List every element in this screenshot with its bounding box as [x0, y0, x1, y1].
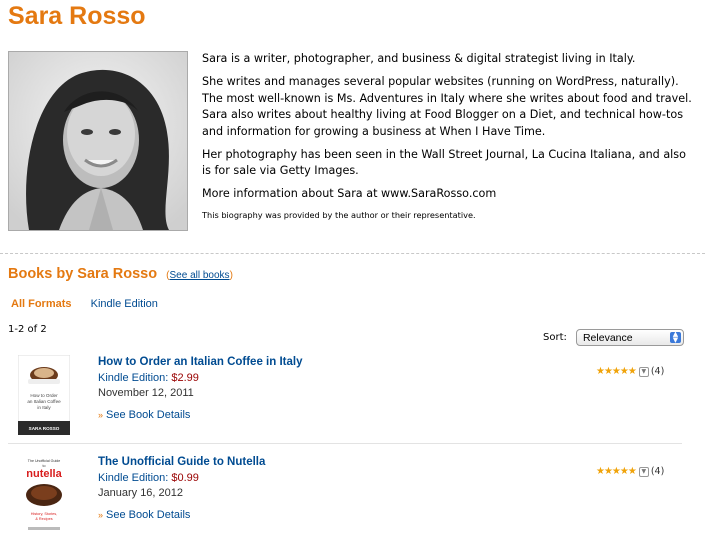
format-label[interactable]: Kindle Edition:: [98, 472, 168, 484]
svg-text:nutella: nutella: [26, 468, 62, 480]
publication-date: November 12, 2011: [98, 387, 194, 399]
publication-date: January 16, 2012: [98, 487, 184, 499]
book-format: Kindle Edition: $0.99: [98, 472, 199, 484]
book-title-link[interactable]: How to Order an Italian Coffee in Italy: [98, 356, 302, 368]
see-book-details-button[interactable]: » See Book Details: [98, 509, 190, 521]
book-cover[interactable]: The Unofficial Guide to nutella History,…: [18, 455, 70, 535]
see-all-books: (See all books): [166, 270, 233, 281]
bio-paragraph: Her photography has been seen in the Wal…: [202, 147, 686, 178]
svg-text:How to Order: How to Order: [30, 393, 58, 398]
book-cover[interactable]: How to Order an Italian Coffee in Italy …: [18, 355, 70, 435]
format-tabs: All Formats Kindle Edition: [11, 292, 172, 311]
list-divider: [8, 443, 682, 444]
see-book-details-label: See Book Details: [106, 409, 191, 421]
bio-paragraph: Sara is a writer, photographer, and busi…: [202, 52, 636, 65]
see-book-details-button[interactable]: » See Book Details: [98, 409, 190, 421]
star-rating-icon[interactable]: ★★★★★: [596, 366, 637, 377]
updown-arrows-icon: ▲ ▼: [669, 331, 681, 343]
sort-label: Sort:: [543, 332, 567, 343]
svg-text:an Italian Coffee: an Italian Coffee: [27, 399, 61, 404]
chevron-down-icon[interactable]: ▼: [638, 466, 649, 477]
double-chevron-down-icon: »: [98, 510, 104, 520]
books-section-title: Books by Sara Rosso: [8, 266, 158, 282]
format-label[interactable]: Kindle Edition:: [98, 372, 168, 384]
double-chevron-down-icon: »: [98, 410, 104, 420]
book-price: $0.99: [171, 472, 199, 484]
svg-text:SARA ROSSO: SARA ROSSO: [29, 426, 60, 431]
svg-text:& Recipes: & Recipes: [35, 517, 52, 521]
bio-paragraph: She writes and manages several popular w…: [202, 75, 692, 138]
rating: ★★★★★ ▼ (4): [596, 461, 664, 480]
review-count[interactable]: (4): [651, 366, 664, 377]
book-price: $2.99: [171, 372, 199, 384]
author-biography: Sara is a writer, photographer, and busi…: [202, 51, 698, 228]
tab-all-formats[interactable]: All Formats: [11, 298, 72, 310]
books-section-header: Books by Sara Rosso (See all books): [8, 263, 233, 282]
sort-selected-value: Relevance: [582, 332, 633, 344]
result-count: 1-2 of 2: [8, 324, 47, 335]
see-book-details-label: See Book Details: [106, 509, 191, 521]
svg-text:in Italy: in Italy: [37, 405, 51, 410]
star-rating-icon[interactable]: ★★★★★: [596, 466, 637, 477]
sort-control: Sort: Relevance ▲ ▼: [543, 327, 684, 346]
tab-kindle-edition[interactable]: Kindle Edition: [91, 298, 158, 310]
author-name: Sara Rosso: [8, 2, 146, 30]
section-divider: [0, 253, 705, 254]
bio-paragraph: More information about Sara at www.SaraR…: [202, 187, 497, 200]
svg-text:The Unofficial Guide: The Unofficial Guide: [28, 459, 61, 463]
bio-disclaimer: This biography was provided by the autho…: [202, 210, 476, 220]
sort-select[interactable]: Relevance ▲ ▼: [575, 329, 684, 346]
rating: ★★★★★ ▼ (4): [596, 361, 664, 380]
author-photo: [8, 51, 188, 231]
chevron-down-icon[interactable]: ▼: [638, 366, 649, 377]
review-count[interactable]: (4): [651, 466, 664, 477]
svg-text:History, Stories,: History, Stories,: [31, 512, 58, 516]
see-all-books-link[interactable]: See all books: [170, 270, 230, 281]
book-format: Kindle Edition: $2.99: [98, 372, 199, 384]
book-title-link[interactable]: The Unofficial Guide to Nutella: [98, 456, 265, 468]
